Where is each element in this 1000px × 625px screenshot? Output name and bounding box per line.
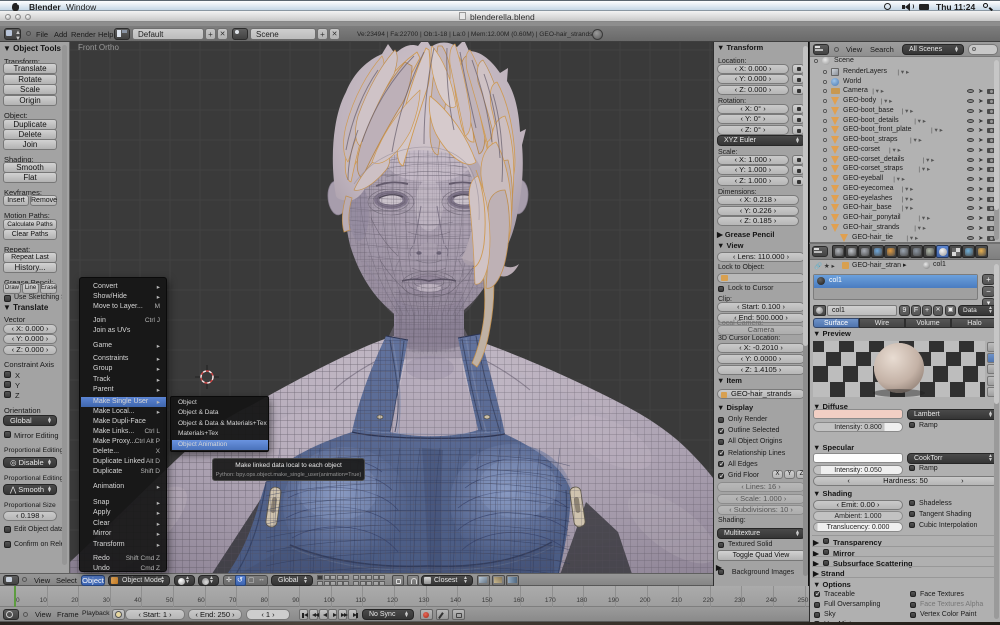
svg-text:Front Ortho: Front Ortho: [78, 43, 119, 52]
